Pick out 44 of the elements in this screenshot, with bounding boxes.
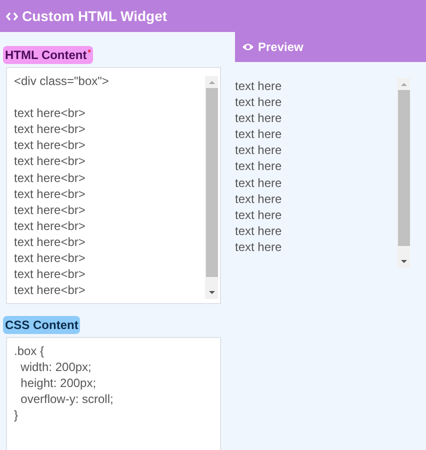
scroll-up-icon[interactable]: [400, 83, 406, 86]
preview-line: text here: [235, 78, 283, 94]
css-editor[interactable]: .box { width: 200px; height: 200px; overflow-y: scroll; }: [6, 337, 221, 450]
code-line: text here<br>: [14, 218, 86, 233]
code-line: <div class="box">: [14, 74, 109, 88]
preview-line: text here: [235, 94, 283, 110]
code-line: text here<br>: [14, 106, 86, 120]
code-line: text here<br>: [14, 170, 86, 185]
scroll-down-icon[interactable]: [208, 291, 214, 294]
code-line: text here<br>: [14, 138, 86, 152]
preview-line: text here: [235, 174, 283, 191]
scrollbar[interactable]: [397, 78, 410, 268]
preview-line: text here: [235, 158, 283, 175]
code-icon: [6, 12, 18, 20]
code-line: text here<br>: [14, 251, 86, 266]
html-editor[interactable]: <div class="box"> text here<br> text here<br> text here<br> text here<br> text here<br> text here<br> text here<br> text here<br> text here<br> text here<br> text here<br> text here<br>: [6, 67, 221, 304]
code-line: text here<br>: [14, 122, 86, 136]
section-label: CSS Content: [3, 316, 80, 334]
scroll-up-icon[interactable]: [208, 81, 214, 84]
code-line: text here<br>: [14, 186, 86, 201]
code-line: width: 200px;: [20, 360, 92, 374]
label-text: HTML Content: [5, 48, 87, 62]
preview-line: text here: [235, 238, 283, 256]
code-line: text here<br>: [14, 202, 86, 217]
widget-title: Custom HTML Widget: [22, 8, 168, 24]
preview-line: text here: [235, 222, 283, 239]
preview-line: text here: [235, 142, 283, 158]
preview-line: text here: [235, 206, 283, 223]
code-line: text here<br>: [14, 283, 86, 298]
eye-icon: [242, 43, 254, 51]
code-line: text here<br>: [14, 234, 86, 249]
code-line: text here<br>: [14, 154, 86, 168]
preview-line: text here: [235, 110, 283, 126]
preview-line: text here: [235, 190, 283, 207]
scroll-down-icon[interactable]: [400, 260, 406, 263]
scrollbar[interactable]: [205, 76, 218, 299]
code-line: }: [14, 408, 18, 422]
code-line: text here<br>: [14, 267, 86, 282]
code-line: .box {: [14, 344, 44, 358]
code-line: height: 200px;: [20, 376, 96, 390]
code-line: overflow-y: scroll;: [20, 392, 114, 406]
tab-label: Preview: [258, 40, 304, 54]
preview-line: text here: [235, 126, 283, 142]
required-mark: *: [88, 48, 91, 57]
